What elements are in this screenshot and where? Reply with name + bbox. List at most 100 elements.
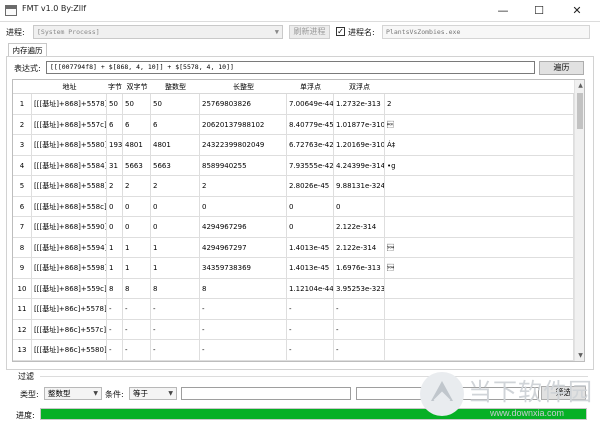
table-row[interactable]: 8 [[[基址]+868]+5594] 1 1 1 4294967297 1.4013e-4… — [13, 237, 574, 258]
expression-input[interactable]: [[[007794f8] + $[868, 4, 10]] + $[5578, … — [46, 61, 535, 74]
header-col-word[interactable]: 双字节 — [123, 80, 151, 94]
progress-label: 进度: — [16, 411, 35, 420]
traverse-button[interactable]: 遍历 — [539, 61, 584, 75]
cell-col-int: 0 — [151, 217, 200, 237]
process-select-value: [System Process] — [37, 28, 100, 36]
header-col-byte[interactable]: 字节 — [107, 80, 123, 94]
cell-col-double: 2.122e-314 — [334, 217, 385, 237]
table-row[interactable]: 12 [[[基址]+86c]+557c] - - - - - - — [13, 319, 574, 340]
header-col-text[interactable] — [385, 80, 574, 94]
cell-col-word: - — [123, 299, 151, 319]
tab-memory-traverse[interactable]: 内存遍历 — [8, 43, 47, 57]
process-select[interactable]: [System Process] ▼ — [33, 25, 283, 39]
cell-col-rownum: 3 — [13, 135, 32, 155]
cell-col-float: 8.40779e-45 — [287, 114, 334, 135]
cell-col-word: 1 — [123, 237, 151, 258]
header-col-double[interactable]: 双浮点 — [334, 80, 385, 94]
cell-col-word: 8 — [123, 278, 151, 299]
cell-col-word: - — [123, 340, 151, 360]
header-col-address[interactable]: 地址 — [32, 80, 107, 94]
cell-col-address: [[[基址]+86c]+5578] — [32, 299, 107, 319]
cell-col-double: - — [334, 319, 385, 340]
minimize-button[interactable]: — — [486, 0, 520, 22]
cell-col-byte: - — [107, 319, 123, 340]
scroll-down-icon[interactable]: ▼ — [575, 350, 584, 361]
table-row[interactable]: 5 [[[基址]+868]+5588] 2 2 2 2 2.8026e-45 9.88131e… — [13, 176, 574, 197]
cell-col-address: [[[基址]+868]+5584] — [32, 155, 107, 176]
cell-col-byte: 6 — [107, 114, 123, 135]
cell-col-long: 4294967296 — [200, 217, 287, 237]
table-row[interactable]: 1 [[[基址]+868]+5578] 50 50 50 25769803826 7.006… — [13, 94, 574, 115]
filter-value-input[interactable] — [181, 387, 351, 400]
cell-col-long: 8589940255 — [200, 155, 287, 176]
cell-col-int: - — [151, 340, 200, 360]
header-col-rownum[interactable] — [13, 80, 32, 94]
cell-col-address: [[[基址]+868]+557c] — [32, 114, 107, 135]
cell-col-float: 1.4013e-45 — [287, 237, 334, 258]
vertical-scrollbar[interactable]: ▲ ▼ — [574, 80, 584, 361]
table-row[interactable]: 3 [[[基址]+868]+5580] 193 4801 4801 24322399802… — [13, 135, 574, 156]
filter-type-select[interactable]: 整数型 ▼ — [44, 387, 102, 400]
header-col-long[interactable]: 长整型 — [200, 80, 287, 94]
cell-col-long: 8 — [200, 278, 287, 299]
cell-col-int: - — [151, 360, 200, 361]
cell-col-float: 0 — [287, 217, 334, 237]
cell-col-float: 7.93555e-42 — [287, 155, 334, 176]
cell-col-double: 1.20169e-310 — [334, 135, 385, 155]
scroll-up-icon[interactable]: ▲ — [575, 80, 584, 91]
header-col-int[interactable]: 整数型 — [151, 80, 200, 94]
cell-col-long: 2 — [200, 176, 287, 196]
watermark-logo-icon — [420, 372, 464, 416]
cell-col-rownum: 9 — [13, 258, 32, 278]
maximize-button[interactable]: ☐ — [522, 0, 556, 22]
cell-col-double: - — [334, 340, 385, 360]
title-bar: FMT v1.0 By:Zllf — ☐ ✕ — [0, 0, 600, 22]
cell-col-byte: - — [107, 340, 123, 360]
cell-col-address: [[[基址]+868]+5598] — [32, 258, 107, 278]
table-row[interactable]: 7 [[[基址]+868]+5590] 0 0 0 4294967296 0 2.122e-3… — [13, 217, 574, 238]
cell-col-text — [385, 278, 574, 299]
cell-col-byte: 31 — [107, 155, 123, 176]
cell-col-word: - — [123, 319, 151, 340]
filter-condition-select[interactable]: 等于 ▼ — [129, 387, 177, 400]
close-button[interactable]: ✕ — [560, 0, 594, 22]
watermark-url: www.downxia.com — [490, 408, 565, 418]
cell-col-text: •g — [385, 155, 574, 176]
table-row[interactable]: 4 [[[基址]+868]+5584] 31 5663 5663 8589940255 7.… — [13, 155, 574, 176]
cell-col-address: [[[基址]+86c]+557c] — [32, 319, 107, 340]
cell-col-rownum: 12 — [13, 319, 32, 340]
scroll-thumb[interactable] — [577, 93, 583, 129]
cell-col-long: 34359738369 — [200, 258, 287, 278]
cell-col-text: 2 — [385, 94, 574, 114]
table-row[interactable]: 10 [[[基址]+868]+559c] 8 8 8 8 1.12104e-44 3.9525… — [13, 278, 574, 299]
cell-col-long: - — [200, 340, 287, 360]
cell-col-byte: 0 — [107, 196, 123, 217]
table-row[interactable]: 11 [[[基址]+86c]+5578] - - - - - - — [13, 299, 574, 320]
cell-col-double: 2.122e-314 — [334, 237, 385, 258]
table-row[interactable]: 9 [[[基址]+868]+5598] 1 1 1 34359738369 1.4013e-… — [13, 258, 574, 279]
cell-col-double: 1.01877e-310 — [334, 114, 385, 135]
cell-col-word: 6 — [123, 114, 151, 135]
refresh-process-button[interactable]: 刷新进程 — [289, 25, 330, 39]
cell-col-address: [[[基址]+86c]+5580] — [32, 340, 107, 360]
cell-col-text — [385, 360, 574, 361]
cell-col-byte: 1 — [107, 258, 123, 278]
cell-col-long: - — [200, 360, 287, 361]
process-name-field[interactable]: PlantsVsZombies.exe — [382, 25, 590, 39]
window-title: FMT v1.0 By:Zllf — [22, 4, 87, 13]
filter-condition-label: 条件: — [105, 390, 124, 399]
cell-col-byte: - — [107, 360, 123, 361]
cell-col-rownum: 6 — [13, 196, 32, 217]
results-table[interactable]: 地址 字节 双字节 整数型 长整型 单浮点 双浮点 1 [[[基址]+868]+5578] 50… — [12, 79, 585, 362]
table-row[interactable]: 2 [[[基址]+868]+557c] 6 6 6 20620137988102 8.407… — [13, 114, 574, 135]
process-name-checkbox[interactable]: ✓ — [336, 27, 345, 36]
cell-col-double: 9.88131e-324 — [334, 176, 385, 196]
cell-col-long: - — [200, 299, 287, 319]
cell-col-word: - — [123, 360, 151, 361]
table-row[interactable]: 6 [[[基址]+868]+558c] 0 0 0 0 0 0 — [13, 196, 574, 217]
header-col-float[interactable]: 单浮点 — [287, 80, 334, 94]
table-row[interactable]: 14[[[基址]+86c]+5584]------ — [13, 360, 574, 361]
table-row[interactable]: 13 [[[基址]+86c]+5580] - - - - - - — [13, 340, 574, 361]
cell-col-text:  — [385, 237, 574, 258]
cell-col-address: [[[基址]+868]+5580] — [32, 135, 107, 155]
